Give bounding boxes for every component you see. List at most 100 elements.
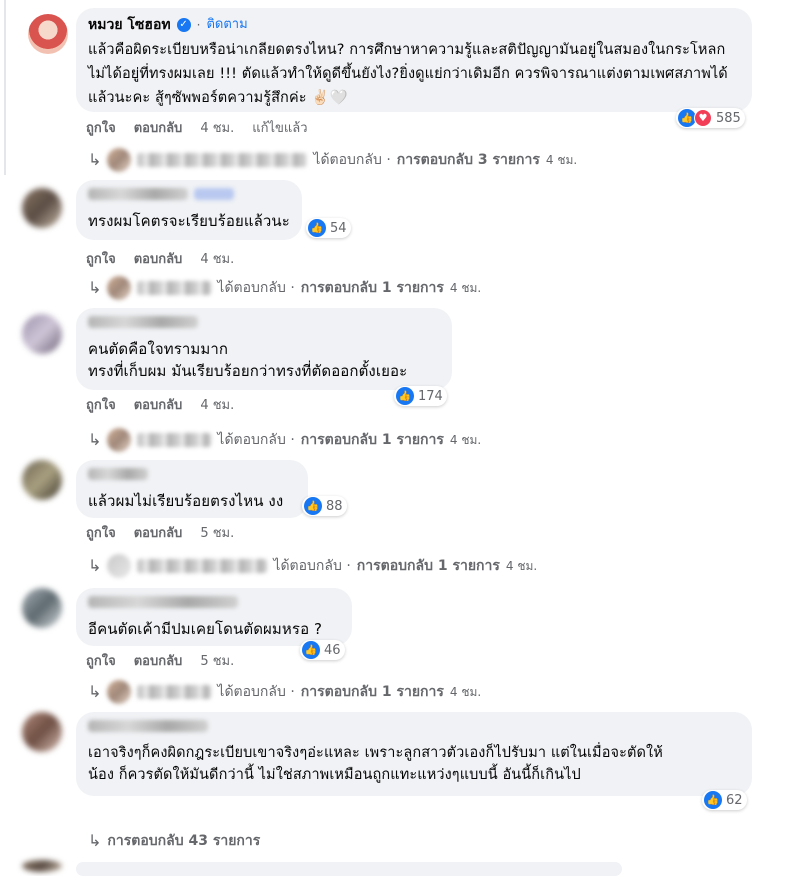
like-button[interactable]: ถูกใจ [86, 526, 116, 542]
reply-button[interactable]: ตอบกลับ [134, 654, 183, 670]
author-name-redacted[interactable] [88, 596, 238, 608]
love-icon: ♥ [694, 109, 712, 127]
reaction-summary[interactable]: 👍 46 [300, 640, 345, 660]
comment-bubble [76, 862, 622, 876]
comment-actions: ถูกใจ ตอบกลับ 4 ชม. [86, 252, 234, 268]
reply-arrow-icon: ↳ [88, 150, 102, 169]
reply-time: 4 ชม. [545, 153, 578, 167]
follow-link[interactable]: ติดตาม [206, 16, 247, 34]
reaction-summary[interactable]: 👍 174 [394, 386, 447, 406]
like-icon: 👍 [304, 497, 322, 515]
reply-button[interactable]: ตอบกลับ [134, 526, 183, 542]
reply-arrow-icon: ↳ [88, 556, 102, 575]
reply-count: การตอบกลับ 1 รายการ [300, 280, 444, 296]
reaction-count: 54 [330, 220, 347, 236]
replier-avatar [107, 680, 132, 704]
verified-icon: ✓ [176, 18, 191, 32]
comment-bubble: ทรงผมโคตรจะเรียบร้อยแล้วนะ [76, 180, 302, 240]
replier-avatar [107, 554, 132, 578]
reply-count: การตอบกลับ 1 รายการ [300, 432, 444, 448]
author-name-redacted[interactable] [88, 720, 208, 732]
reaction-count: 46 [324, 642, 341, 658]
reply-summary-row[interactable]: ↳ ได้ตอบกลับ · การตอบกลับ 3 รายการ 4 ชม. [88, 148, 577, 172]
comment-time[interactable]: 4 ชม. [200, 121, 234, 137]
comment-text-line: เอาจริงๆก็คงผิดกฎระเบียบเขาจริงๆอ่ะแหละ … [88, 745, 663, 761]
reaction-summary[interactable]: 👍 54 [306, 218, 351, 238]
reply-summary-row[interactable]: ↳ ได้ตอบกลับ · การตอบกลับ 1 รายการ 4 ชม. [88, 276, 481, 300]
comment-bubble: อีคนตัดเค้ามีปมเคยโดนตัดผมหรอ ? [76, 588, 352, 646]
reaction-summary[interactable]: 👍 62 [702, 790, 747, 810]
avatar[interactable] [22, 712, 62, 752]
reply-prefix: ได้ตอบกลับ · [217, 684, 295, 700]
comment-time[interactable]: 5 ชม. [200, 526, 234, 542]
reaction-count: 62 [726, 792, 743, 808]
replier-name-redacted [137, 433, 212, 447]
reply-summary-row[interactable]: ↳ ได้ตอบกลับ · การตอบกลับ 1 รายการ 4 ชม. [88, 554, 537, 578]
reply-button[interactable]: ตอบกลับ [134, 121, 183, 137]
author-name-redacted[interactable] [88, 316, 198, 328]
replier-name-redacted [137, 153, 308, 167]
reply-summary-row[interactable]: ↳ ได้ตอบกลับ · การตอบกลับ 1 รายการ 4 ชม. [88, 428, 481, 452]
avatar[interactable] [22, 860, 62, 872]
reaction-count: 585 [716, 110, 741, 126]
avatar[interactable] [22, 460, 62, 500]
avatar[interactable] [22, 188, 62, 228]
reply-summary-row[interactable]: ↳ ได้ตอบกลับ · การตอบกลับ 1 รายการ 4 ชม. [88, 680, 481, 704]
reaction-count: 174 [418, 388, 443, 404]
reply-button[interactable]: ตอบกลับ [134, 398, 183, 414]
comment-text-line: คนตัดคือใจทรามมาก [88, 340, 229, 358]
reply-count: การตอบกลับ 43 รายการ [107, 833, 261, 849]
author-line [88, 468, 296, 480]
author-line [88, 188, 290, 200]
comment-time[interactable]: 5 ชม. [200, 654, 234, 670]
comment-text-line: ทรงที่เก็บผม มันเรียบร้อยกว่าทรงที่ตัดออ… [88, 362, 408, 380]
like-button[interactable]: ถูกใจ [86, 121, 116, 137]
reply-time: 4 ชม. [449, 685, 482, 699]
reply-arrow-icon: ↳ [88, 682, 102, 701]
reply-arrow-icon: ↳ [88, 430, 102, 449]
author-line [88, 596, 340, 608]
reaction-summary[interactable]: 👍 88 [302, 496, 347, 516]
like-button[interactable]: ถูกใจ [86, 252, 116, 268]
reply-prefix: ได้ตอบกลับ · [313, 152, 391, 168]
like-button[interactable]: ถูกใจ [86, 398, 116, 414]
avatar[interactable] [22, 314, 62, 354]
reply-arrow-icon: ↳ [88, 278, 102, 297]
reaction-summary[interactable]: 👍 ♥ 585 [676, 108, 745, 128]
comment-time[interactable]: 4 ชม. [200, 252, 234, 268]
replier-avatar [107, 148, 132, 172]
comment-actions: ถูกใจ ตอบกลับ 4 ชม. แก้ไขแล้ว [86, 121, 308, 137]
comment-bubble: แล้วผมไม่เรียบร้อยตรงไหน งง [76, 460, 308, 518]
comment-text-line: น้อง ก็ควรตัดให้มันดีกว่านี้ ไม่ใช่สภาพเ… [88, 767, 581, 783]
like-icon: 👍 [308, 219, 326, 237]
author-name[interactable]: หมวย โซฮอท [88, 16, 171, 34]
comment-time[interactable]: 4 ชม. [200, 398, 234, 414]
author-name-redacted[interactable] [88, 188, 188, 200]
author-line: หมวย โซฮอท ✓ · ติดตาม [88, 16, 740, 34]
reply-time: 4 ชม. [449, 433, 482, 447]
author-line [88, 720, 740, 732]
avatar[interactable] [28, 14, 68, 54]
reply-count: การตอบกลับ 3 รายการ [396, 152, 540, 168]
like-button[interactable]: ถูกใจ [86, 654, 116, 670]
like-icon: 👍 [396, 387, 414, 405]
comment-actions: ถูกใจ ตอบกลับ 5 ชม. [86, 654, 234, 670]
edited-label: แก้ไขแล้ว [252, 121, 308, 136]
comment-text: อีคนตัดเค้ามีปมเคยโดนตัดผมหรอ ? [88, 620, 323, 638]
separator-dot: · [196, 18, 201, 32]
reply-button[interactable]: ตอบกลับ [134, 252, 183, 268]
comment-bubble: เอาจริงๆก็คงผิดกฎระเบียบเขาจริงๆอ่ะแหละ … [76, 712, 752, 796]
like-icon: 👍 [302, 641, 320, 659]
replier-name-redacted [137, 281, 212, 295]
reply-summary-row[interactable]: ↳ การตอบกลับ 43 รายการ [88, 832, 260, 850]
comment-text: ทรงผมโคตรจะเรียบร้อยแล้วนะ [88, 212, 290, 230]
replier-avatar [107, 276, 132, 300]
comment-actions: ถูกใจ ตอบกลับ 5 ชม. [86, 526, 234, 542]
comment-text: แล้วผมไม่เรียบร้อยตรงไหน งง [88, 492, 284, 510]
reply-arrow-icon: ↳ [88, 831, 102, 850]
author-name-redacted[interactable] [88, 468, 148, 480]
avatar[interactable] [22, 588, 62, 628]
like-icon: 👍 [704, 791, 722, 809]
comment-actions: ถูกใจ ตอบกลับ 4 ชม. [86, 398, 234, 414]
replier-avatar [107, 428, 132, 452]
